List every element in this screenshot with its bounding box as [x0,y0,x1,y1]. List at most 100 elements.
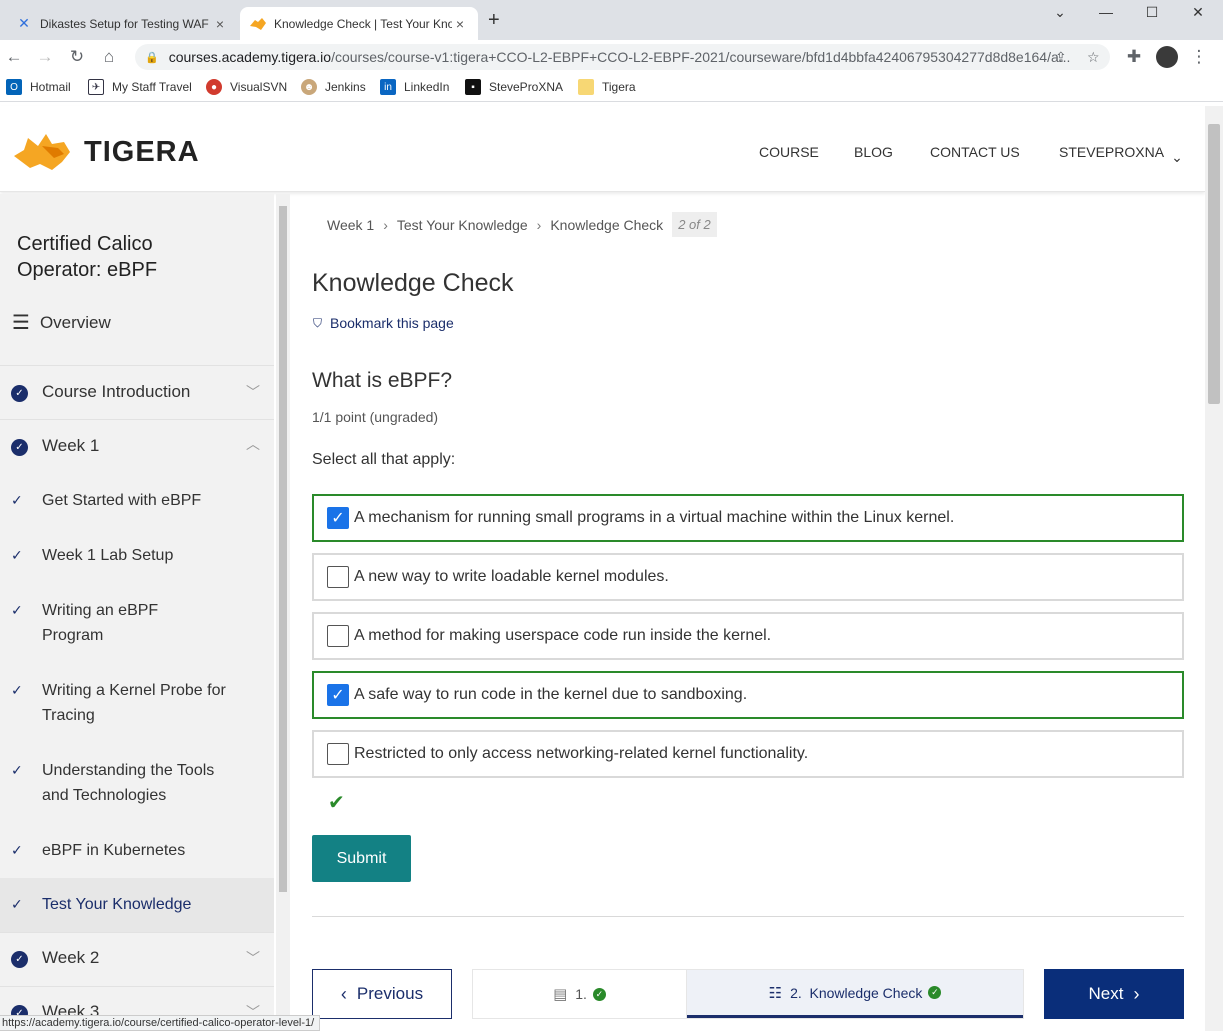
checkbox-checked[interactable]: ✓ [327,507,349,529]
tab-search-icon[interactable]: ⌄ [1037,0,1083,24]
chrome-icon: ● [206,79,222,95]
url-path: /courses/course-v1:tigera+CCO-L2-EBPF+CC… [331,49,1071,65]
check-icon: ✓ [11,682,23,698]
star-icon[interactable]: ☆ [1087,44,1100,70]
checkbox[interactable] [327,743,349,765]
bookmark-tigera[interactable]: Tigera [578,79,636,95]
outlook-icon: O [6,79,22,95]
breadcrumb-week-1[interactable]: Week 1 [327,217,374,233]
question-points: 1/1 point (ungraded) [312,409,439,425]
window-close-button[interactable]: ✕ [1175,0,1221,24]
travel-icon: ✈ [88,79,104,95]
bookmark-jenkins[interactable]: ☻ Jenkins [301,79,366,95]
page-scrollbar[interactable] [1205,106,1223,1031]
lock-icon: 🔒 [145,51,159,64]
forward-icon[interactable]: → [33,45,57,69]
checkbox[interactable] [327,566,349,588]
sidebar-item-kernel-probe[interactable]: ✓ Writing a Kernel Probe for Tracing [0,663,274,743]
section-label: Week 2 [42,948,100,967]
option-label: Restricted to only access networking-rel… [354,745,809,762]
section-label: Course Introduction [42,382,191,401]
answer-option-1[interactable]: ✓ A mechanism for running small programs… [312,494,1184,542]
option-label: A safe way to run code in the kernel due… [354,686,748,703]
logo-text: TIGERA [84,135,200,168]
address-bar[interactable]: 🔒 courses.academy.tigera.io /courses/cou… [135,44,1110,70]
check-icon: ✓ [11,896,23,912]
list-icon: ☷ [768,984,783,1002]
option-label: A method for making userspace code run i… [354,627,772,644]
previous-button[interactable]: ‹ Previous [312,969,452,1019]
bookmark-label: Hotmail [30,80,71,94]
checkbox[interactable] [327,625,349,647]
breadcrumb-test-your-knowledge[interactable]: Test Your Knowledge [397,217,528,233]
section-week-1[interactable]: ✓ Week 1 ︿ [0,419,274,473]
sidebar-item-test-your-knowledge[interactable]: ✓ Test Your Knowledge [0,878,274,932]
sidebar-item-ebpf-kubernetes[interactable]: ✓ eBPF in Kubernetes [0,823,274,878]
close-icon[interactable]: × [212,16,228,32]
answer-option-3[interactable]: A method for making userspace code run i… [312,612,1184,660]
overview-label: Overview [39,312,111,332]
check-icon: ✓ [11,842,23,858]
user-menu[interactable]: STEVEPROXNA ⌄ [1059,144,1183,165]
check-icon: ✓ [11,762,23,778]
extensions-icon[interactable]: ✚ [1122,45,1146,69]
reload-icon[interactable]: ↻ [65,45,89,69]
sidebar-item-get-started[interactable]: ✓ Get Started with eBPF [0,473,274,528]
item-label: eBPF in Kubernetes [42,842,186,859]
complete-check-icon: ✓ [928,986,942,999]
nav-blog[interactable]: BLOG [854,144,893,160]
home-icon[interactable]: ⌂ [97,45,121,69]
maximize-button[interactable]: ☐ [1129,0,1175,24]
browser-toolbar: ← → ↻ ⌂ 🔒 courses.academy.tigera.io /cou… [0,40,1223,74]
course-sidebar: Certified Calico Operator: eBPF ☰ Overvi… [0,194,274,1031]
sidebar-item-lab-setup[interactable]: ✓ Week 1 Lab Setup [0,528,274,583]
bookmark-steveproxna[interactable]: ▪ SteveProXNA [465,79,563,95]
submit-button[interactable]: Submit [312,835,411,882]
scrollbar-thumb[interactable] [1208,124,1220,404]
item-label: Writing a Kernel Probe for Tracing [42,682,226,724]
check-icon: ✓ [11,492,23,508]
answer-option-4[interactable]: ✓ A safe way to run code in the kernel d… [312,671,1184,719]
share-icon[interactable]: ⇪ [1055,44,1067,70]
tab-dikastes[interactable]: ✕ Dikastes Setup for Testing WAF in × [6,7,238,40]
sequence-item-2[interactable]: ☷ 2. Knowledge Check ✓ [687,970,1023,1018]
section-course-introduction[interactable]: ✓ Course Introduction ﹀ [0,365,274,419]
overview-link[interactable]: ☰ Overview [12,310,111,335]
url-host: courses.academy.tigera.io [168,49,332,65]
bookmark-staff-travel[interactable]: ✈ My Staff Travel [88,79,192,95]
close-icon[interactable]: × [452,16,468,32]
menu-icon[interactable]: ⋮ [1187,45,1211,69]
tigera-logo[interactable]: TIGERA [12,132,200,172]
section-week-2[interactable]: ✓ Week 2 ﹀ [0,932,274,986]
answer-option-5[interactable]: Restricted to only access networking-rel… [312,730,1184,778]
item-label: Week 1 Lab Setup [42,547,174,564]
new-tab-button[interactable]: + [488,9,500,32]
sidebar-scrollbar[interactable] [276,194,290,1031]
minimize-button[interactable]: — [1083,0,1129,24]
next-label: Next [1088,984,1124,1003]
scrollbar-thumb[interactable] [279,206,287,892]
item-label: Test Your Knowledge [42,896,192,913]
bookmark-label: SteveProXNA [489,80,564,94]
sidebar-item-writing-ebpf[interactable]: ✓ Writing an eBPF Program [0,583,274,663]
back-icon[interactable]: ← [2,45,26,69]
checkbox-checked[interactable]: ✓ [327,684,349,706]
tab-title: Dikastes Setup for Testing WAF in [40,16,212,31]
bookmark-page-button[interactable]: ⛉ Bookmark this page [313,315,454,331]
bookmark-hotmail[interactable]: O Hotmail [6,79,71,95]
next-button[interactable]: Next › [1044,969,1184,1019]
site-header: TIGERA COURSE BLOG CONTACT US STEVEPROXN… [0,106,1205,192]
profile-avatar[interactable] [1155,45,1179,69]
item-label: Get Started with eBPF [42,492,202,509]
bookmark-label: Tigera [602,80,636,94]
question-title: What is eBPF? [312,369,453,392]
sequence-item-1[interactable]: ▤ 1. ✓ [473,970,687,1018]
tab-knowledge-check[interactable]: Knowledge Check | Test Your Kno × [240,7,478,40]
sidebar-item-tools[interactable]: ✓ Understanding the Tools and Technologi… [0,743,274,823]
nav-course[interactable]: COURSE [759,144,819,160]
status-bar-url: https://academy.tigera.io/course/certifi… [0,1015,321,1031]
bookmark-visualsvn[interactable]: ● VisualSVN [206,79,287,95]
bookmark-linkedin[interactable]: in LinkedIn [380,79,449,95]
nav-contact-us[interactable]: CONTACT US [930,144,1020,160]
answer-option-2[interactable]: A new way to write loadable kernel modul… [312,553,1184,601]
